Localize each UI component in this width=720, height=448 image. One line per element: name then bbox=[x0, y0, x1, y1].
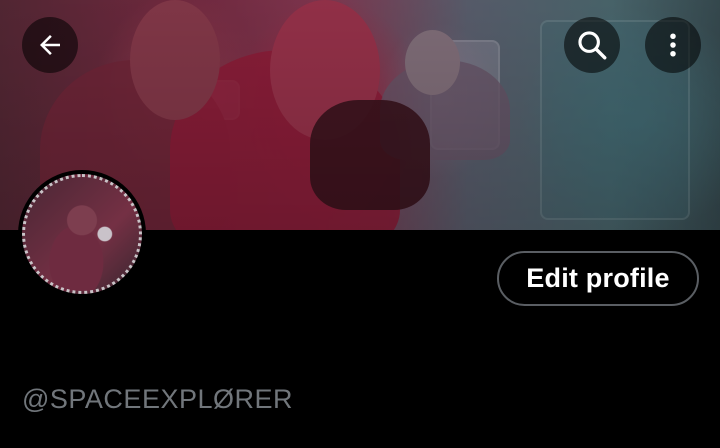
edit-profile-button[interactable]: Edit profile bbox=[497, 251, 699, 306]
more-options-button[interactable] bbox=[645, 17, 701, 73]
back-button[interactable] bbox=[22, 17, 78, 73]
profile-handle: @SPACEEXPLØRER bbox=[22, 384, 293, 414]
search-button[interactable] bbox=[564, 17, 620, 73]
more-vertical-icon bbox=[670, 33, 676, 57]
arrow-left-icon bbox=[40, 35, 60, 55]
profile-avatar[interactable] bbox=[18, 170, 146, 298]
avatar-image bbox=[22, 174, 142, 294]
search-icon bbox=[578, 31, 607, 60]
